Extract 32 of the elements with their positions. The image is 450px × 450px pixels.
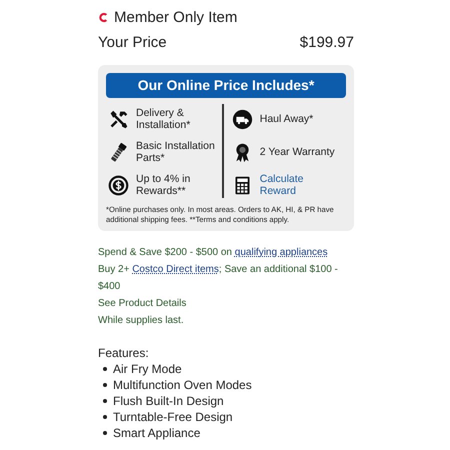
includes-banner: Our Online Price Includes* — [106, 73, 346, 98]
promotion-text: While supplies last. — [98, 314, 185, 328]
bolt-icon — [108, 142, 129, 162]
feature-item: Smart Appliance — [113, 425, 200, 441]
brand-c-icon — [98, 12, 109, 22]
truck-icon — [232, 108, 253, 130]
included-item: Delivery & Installation* — [136, 107, 192, 131]
price-value: $199.97 — [300, 34, 354, 53]
member-only-label: Member Only Item — [114, 8, 238, 26]
bullet-icon — [103, 431, 107, 435]
feature-item: Flush Built-In Design — [113, 393, 224, 409]
promotion-text: Buy 2+ Costco Direct items; Save an additional $100 - $400 — [98, 263, 339, 294]
dollar-coin-icon — [108, 174, 129, 196]
feature-item: Turntable-Free Design — [113, 409, 233, 425]
bullet-icon — [103, 415, 107, 419]
promotion-text: Spend & Save $200 - $500 on qualifying appliances — [98, 246, 329, 260]
bullet-icon — [103, 399, 107, 403]
included-item: Basic Installation Parts* — [136, 140, 216, 164]
promotion-text: See Product Details — [98, 297, 188, 311]
feature-item: Multifunction Oven Modes — [113, 377, 252, 393]
features-heading: Features: — [98, 345, 150, 361]
tools-icon — [108, 108, 129, 130]
bullet-icon — [103, 383, 107, 387]
bullet-icon — [103, 367, 107, 371]
feature-item: Air Fry Mode — [113, 361, 182, 377]
included-item: 2 Year Warranty — [260, 146, 335, 158]
calculate-reward-link[interactable]: Calculate Reward — [260, 173, 320, 197]
included-item: Haul Away* — [260, 113, 314, 125]
promotion-link[interactable]: qualifying appliances — [234, 247, 328, 258]
included-item: Up to 4% in Rewards** — [136, 173, 192, 197]
price-label: Your Price — [98, 34, 167, 53]
promotion-link[interactable]: Costco Direct items — [132, 264, 219, 275]
